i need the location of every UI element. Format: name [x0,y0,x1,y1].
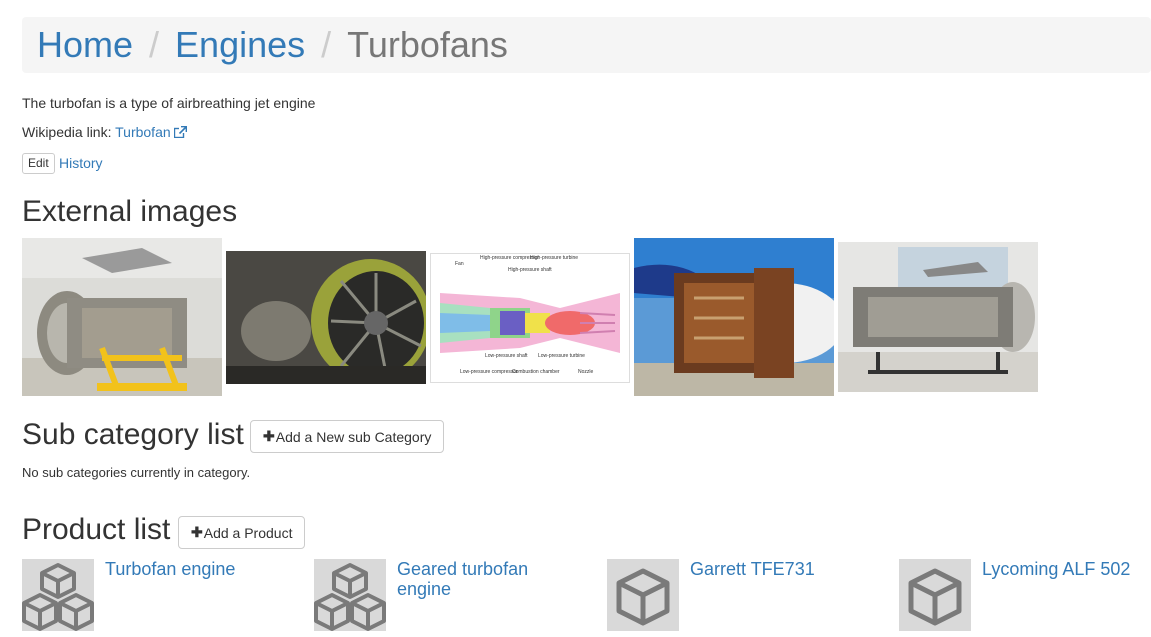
sub-category-heading: Sub category list [22,418,244,451]
wikipedia-row: Wikipedia link: Turbofan [22,124,187,141]
external-image-1[interactable] [22,238,222,396]
diagram-label-nozzle: Nozzle [578,369,594,375]
add-product-label: Add a Product [203,524,293,541]
add-sub-category-button[interactable]: ✚ Add a New sub Category [250,420,445,453]
plus-icon: ✚ [191,524,203,540]
external-image-5[interactable] [838,242,1038,392]
breadcrumb-home-link[interactable]: Home [37,17,133,73]
product-link[interactable]: Turbofan engine [105,559,285,579]
diagram-label-lpt: Low-pressure turbine [538,353,585,359]
add-product-button[interactable]: ✚ Add a Product [178,516,306,549]
diagram-label-cc: Combustion chamber [512,369,560,375]
no-sub-categories-text: No sub categories currently in category. [22,465,251,480]
diagram-label-fan: Fan [455,261,464,267]
breadcrumb-engines-link[interactable]: Engines [175,17,305,73]
breadcrumb: Home / Engines / Turbofans [22,17,1151,73]
cubes-icon[interactable] [314,559,386,631]
breadcrumb-current: Turbofans [347,24,508,65]
product-link[interactable]: Lycoming ALF 502 [982,559,1151,579]
diagram-label-hpt: High-pressure turbine [530,255,578,261]
external-image-4[interactable] [634,238,834,396]
product-link[interactable]: Garrett TFE731 [690,559,870,579]
plus-icon: ✚ [263,428,275,444]
product-link[interactable]: Geared turbofan engine [397,559,557,599]
wikipedia-link[interactable]: Turbofan [115,124,187,140]
diagram-label-lps: Low-pressure shaft [485,353,528,359]
external-link-icon [173,125,187,141]
edit-button[interactable]: Edit [22,153,55,174]
wikipedia-label: Wikipedia link: [22,124,112,140]
category-description: The turbofan is a type of airbreathing j… [22,95,316,111]
cube-icon[interactable] [899,559,971,631]
history-link[interactable]: History [59,155,103,171]
external-image-3[interactable]: Fan High-pressure compressor High-pressu… [430,253,630,383]
product-list-heading: Product list [22,513,171,546]
diagram-label-lpc: Low-pressure compressor [460,369,518,375]
breadcrumb-separator: / [149,24,160,65]
breadcrumb-separator: / [321,24,332,65]
external-images-heading: External images [22,195,238,228]
cube-icon[interactable] [607,559,679,631]
add-sub-category-label: Add a New sub Category [275,428,432,445]
external-image-2[interactable] [226,251,426,384]
diagram-label-hps: High-pressure shaft [508,267,552,273]
wikipedia-link-text: Turbofan [115,124,171,140]
cubes-icon[interactable] [22,559,94,631]
